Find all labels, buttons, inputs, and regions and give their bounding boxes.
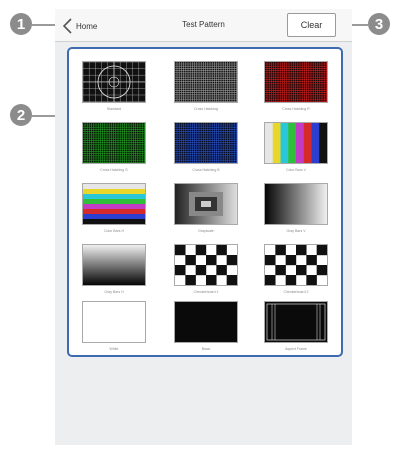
pattern-tile-hatch-blue[interactable]: Cross Hatching B	[173, 122, 239, 172]
pattern-label: Color Bars V	[286, 168, 306, 172]
pattern-label: Cross Hatching	[194, 107, 218, 111]
pattern-thumbnail	[82, 61, 146, 103]
pattern-thumbnail	[82, 183, 146, 225]
callout-1: 1	[10, 13, 32, 35]
pattern-thumbnail	[174, 61, 238, 103]
pattern-thumbnail	[264, 183, 328, 225]
clear-button[interactable]: Clear	[287, 13, 336, 37]
app-screen: Home Test Pattern Clear Standard Cross Ha…	[55, 9, 352, 445]
callout-2: 2	[10, 104, 32, 126]
pattern-label: White	[109, 347, 119, 351]
pattern-thumbnail	[264, 61, 328, 103]
pattern-label: Checkerboard 2	[283, 290, 309, 294]
pattern-tile-aspect[interactable]: Aspect Frame	[263, 301, 329, 351]
pattern-label: Gray Bars V	[286, 229, 306, 233]
pattern-tile-bars-v[interactable]: Color Bars V	[263, 122, 329, 172]
pattern-tile-hatch-red[interactable]: Cross Hatching R	[263, 61, 329, 111]
pattern-tile-checker-1[interactable]: Checkerboard 1	[173, 244, 239, 294]
pattern-label: Gray Bars H	[104, 290, 124, 294]
pattern-tile-standard[interactable]: Standard	[81, 61, 147, 111]
pattern-thumbnail	[82, 122, 146, 164]
pattern-tile-checker-2[interactable]: Checkerboard 2	[263, 244, 329, 294]
pattern-tile-black[interactable]: Black	[173, 301, 239, 351]
pattern-thumbnail	[174, 122, 238, 164]
pattern-label: Cross Hatching B	[192, 168, 220, 172]
callout-3: 3	[368, 13, 390, 35]
pattern-tile-white[interactable]: White	[81, 301, 147, 351]
pattern-thumbnail	[174, 183, 238, 225]
pattern-label: Cross Hatching G	[100, 168, 128, 172]
pattern-label: Black	[201, 347, 211, 351]
pattern-label: Checkerboard 1	[193, 290, 219, 294]
pattern-thumbnail	[174, 301, 238, 343]
pattern-tile-gray-v[interactable]: Gray Bars V	[263, 183, 329, 233]
pattern-label: Cross Hatching R	[282, 107, 310, 111]
pattern-tile-bars-h[interactable]: Color Bars H	[81, 183, 147, 233]
pattern-thumbnail	[264, 301, 328, 343]
pattern-tile-grayscale[interactable]: Grayscale	[173, 183, 239, 233]
pattern-label: Standard	[106, 107, 122, 111]
pattern-tile-gray-h[interactable]: Gray Bars H	[81, 244, 147, 294]
pattern-tile-hatch-white[interactable]: Cross Hatching	[173, 61, 239, 111]
pattern-label: Aspect Frame	[285, 347, 307, 351]
pattern-thumbnail	[82, 244, 146, 286]
pattern-thumbnail	[264, 244, 328, 286]
pattern-label: Grayscale	[198, 229, 214, 233]
pattern-thumbnail	[174, 244, 238, 286]
pattern-tile-hatch-green[interactable]: Cross Hatching G	[81, 122, 147, 172]
pattern-thumbnail	[264, 122, 328, 164]
pattern-thumbnail	[82, 301, 146, 343]
test-pattern-grid: Standard Cross Hatching Cross Hatching R Cr…	[67, 47, 343, 357]
pattern-label: Color Bars H	[103, 229, 125, 233]
nav-header: Home Test Pattern Clear	[55, 9, 352, 42]
